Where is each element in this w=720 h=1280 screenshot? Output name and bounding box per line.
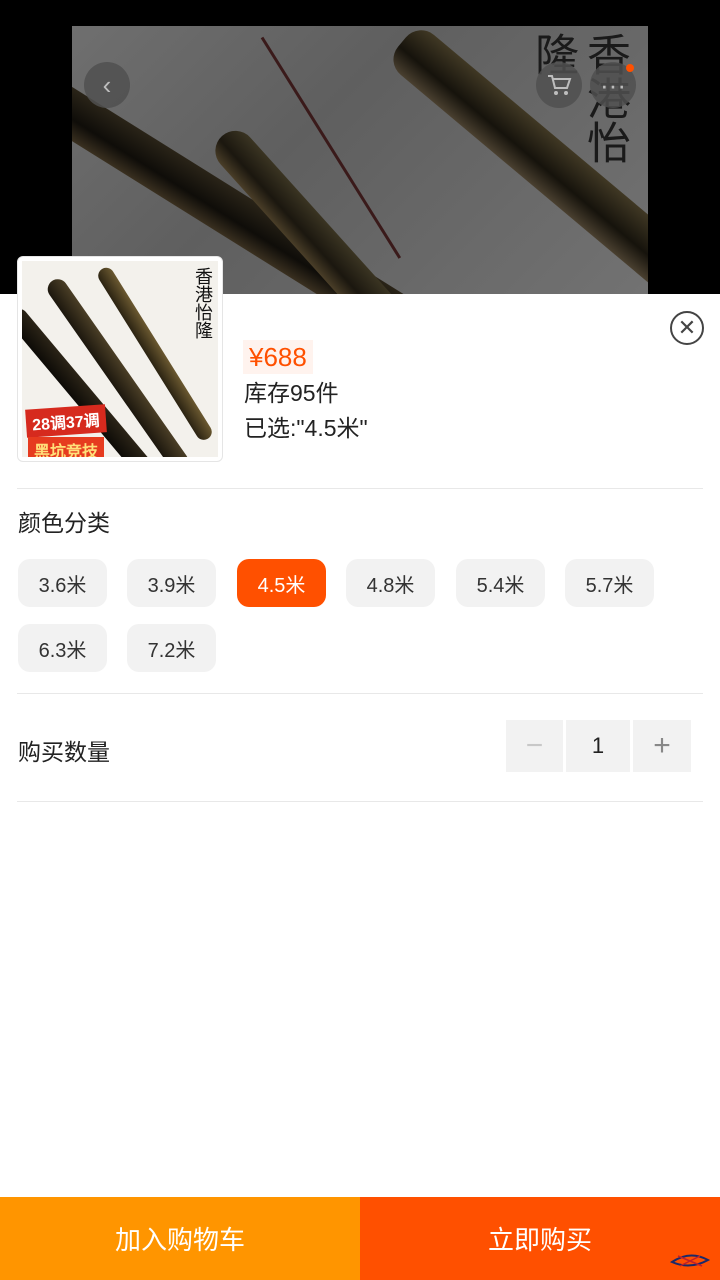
add-to-cart-button[interactable]: 加入购物车 — [0, 1197, 360, 1280]
watermark-logo — [669, 1254, 711, 1267]
product-thumbnail: 香港怡隆 28调37调 黑坑竞技 — [17, 256, 223, 462]
notification-dot — [626, 64, 634, 72]
close-icon: ✕ — [677, 315, 697, 340]
color-option-chip[interactable]: 6.3米 — [18, 624, 107, 672]
close-button[interactable]: ✕ — [670, 311, 704, 345]
back-button[interactable]: ‹ — [84, 62, 130, 108]
thumb-badge-label: 黑坑竞技 — [28, 437, 105, 457]
color-option-chip[interactable]: 3.9米 — [127, 559, 216, 607]
color-option-chip[interactable]: 5.7米 — [565, 559, 654, 607]
cart-button[interactable] — [536, 62, 582, 108]
action-bar: 加入购物车 立即购买 — [0, 1197, 720, 1280]
product-hero: 香港怡隆 ‹ ··· — [0, 0, 720, 294]
color-option-chip[interactable]: 7.2米 — [127, 624, 216, 672]
selected-option: 已选:"4.5米" — [244, 415, 368, 441]
color-option-chip[interactable]: 4.5米 — [237, 559, 326, 607]
stock-count: 库存95件 — [244, 380, 339, 406]
quantity-value[interactable]: 1 — [566, 720, 630, 772]
thumb-brand-text: 香港怡隆 — [192, 267, 213, 339]
color-option-chip[interactable]: 3.6米 — [18, 559, 107, 607]
quantity-section-title: 购买数量 — [18, 739, 110, 765]
divider — [17, 801, 703, 802]
divider — [17, 488, 703, 489]
hero-brand-text: 香港怡隆 — [527, 32, 630, 164]
more-button[interactable]: ··· — [590, 62, 636, 108]
quantity-stepper: − 1 + — [506, 720, 691, 772]
price: ¥688 — [243, 340, 313, 374]
thumb-badge: 28调37调 — [25, 404, 107, 438]
chevron-left-icon: ‹ — [102, 69, 112, 100]
color-section-title: 颜色分类 — [18, 510, 110, 536]
cart-icon — [548, 75, 572, 95]
divider — [17, 693, 703, 694]
buy-now-button[interactable]: 立即购买 — [360, 1197, 720, 1280]
color-option-chip[interactable]: 5.4米 — [456, 559, 545, 607]
increase-button[interactable]: + — [633, 720, 691, 772]
color-option-chip[interactable]: 4.8米 — [346, 559, 435, 607]
decrease-button[interactable]: − — [506, 720, 563, 772]
more-icon: ··· — [600, 69, 626, 100]
